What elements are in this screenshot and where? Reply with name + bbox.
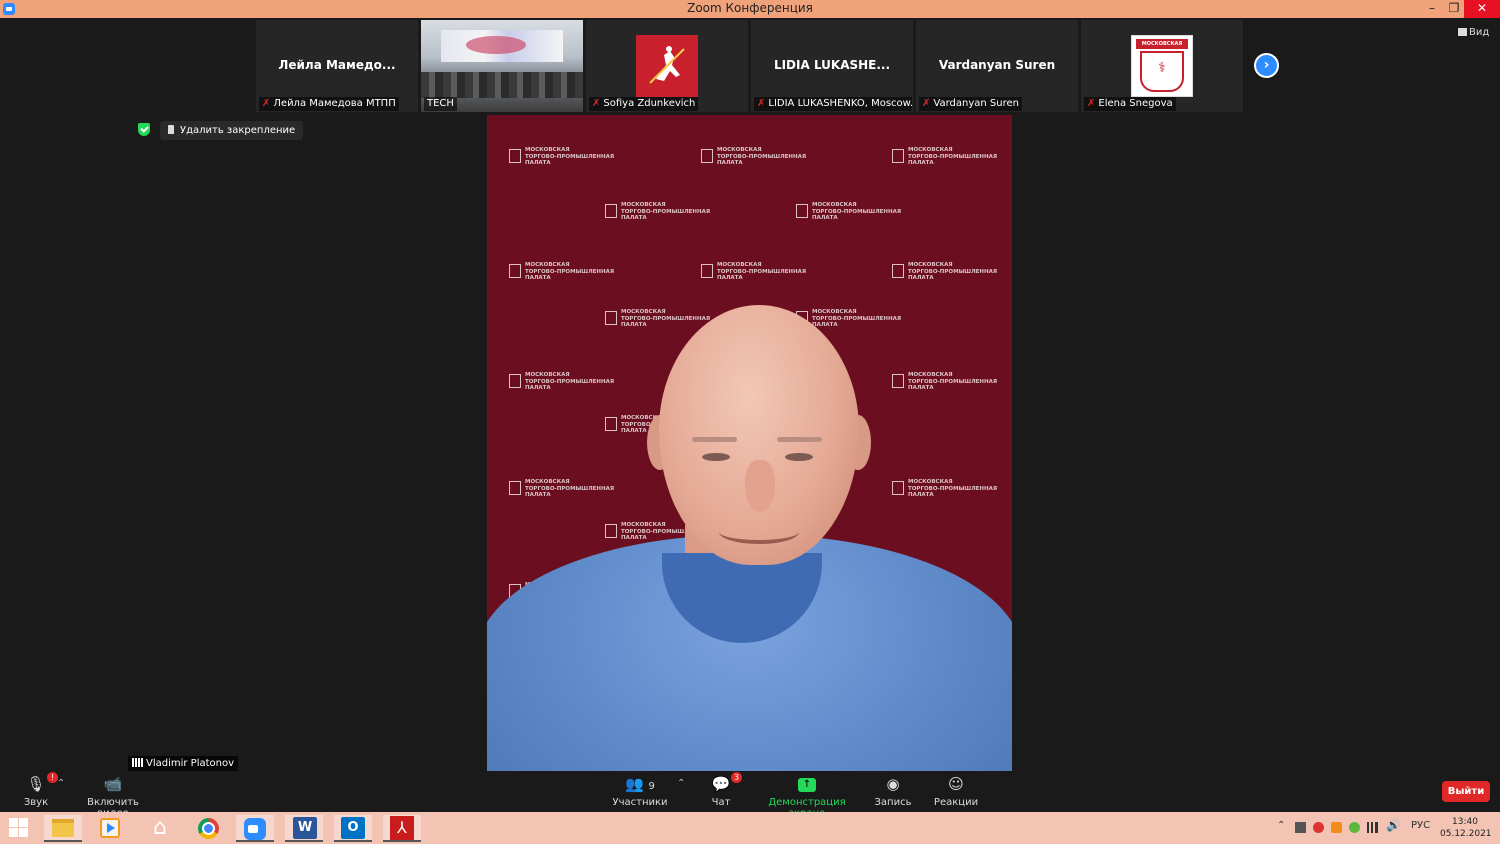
participants-options-caret[interactable]: ⌃ [677, 778, 685, 789]
participants-button[interactable]: 👥 9 Участники [610, 774, 670, 808]
participant-display-name: LIDIA LUKASHE... [773, 58, 891, 72]
mic-muted-icon: ✗ [757, 98, 766, 109]
participant-tile[interactable]: TECH [421, 20, 583, 112]
network-icon[interactable] [1367, 822, 1378, 833]
participant-tile[interactable]: ✗ Sofiya Zdunkevich [586, 20, 748, 112]
mtpp-logo-header: МОСКОВСКАЯ [1136, 39, 1188, 49]
mtpp-logo-avatar: МОСКОВСКАЯ ⚕ [1131, 35, 1193, 97]
signal-strength-icon [132, 758, 143, 767]
windows-start-icon[interactable] [9, 818, 29, 838]
participant-tile[interactable]: Vardanyan Suren ✗ Vardanyan Suren [916, 20, 1078, 112]
participant-tile[interactable]: МОСКОВСКАЯ ⚕ ✗ Elena Snegova [1081, 20, 1243, 112]
participant-label: ✗ Лейла Мамедова МТПП [259, 97, 399, 111]
speaker-figure [487, 115, 1012, 771]
home-icon[interactable]: ⌂ [149, 817, 171, 839]
next-page-button[interactable]: › [1254, 53, 1279, 78]
reactions-button[interactable]: ☺ Реакции [932, 774, 980, 808]
chat-icon: 💬 3 [706, 772, 742, 794]
updater-icon[interactable] [1331, 822, 1342, 833]
language-indicator[interactable]: РУС [1411, 820, 1430, 831]
pin-icon [168, 125, 174, 134]
security-icon[interactable] [1349, 822, 1360, 833]
mic-muted-icon: ✗ [1087, 98, 1096, 109]
zoom-meeting-window: Zoom Конференция – ❐ ✕ Лейла Мамедо... ✗… [0, 0, 1500, 844]
record-button[interactable]: ◉ Запись [872, 774, 914, 808]
audio-options-caret[interactable]: ⌃ [57, 778, 65, 789]
audio-button[interactable]: 🎙! Звук [20, 772, 58, 808]
windows-taskbar [0, 812, 1500, 844]
participant-label: ✗ Sofiya Zdunkevich [589, 97, 699, 111]
speaker-eye [702, 453, 730, 461]
outlook-icon: O [341, 817, 365, 839]
tray-overflow-caret[interactable]: ⌃ [1277, 820, 1285, 831]
speaker-nose [745, 460, 775, 512]
encryption-shield-icon[interactable] [138, 123, 150, 136]
antivirus-icon[interactable] [1313, 822, 1324, 833]
chat-button[interactable]: 💬 3 Чат [706, 772, 742, 808]
participant-label: ✗ Elena Snegova [1084, 97, 1176, 111]
video-decoration [466, 36, 526, 54]
st-george-emblem-icon [636, 35, 698, 97]
unpin-button[interactable]: Удалить закрепление [160, 121, 304, 140]
moscow-emblem-avatar [636, 35, 698, 97]
chat-unread-badge: 3 [731, 772, 742, 783]
speaker-smile [719, 520, 799, 544]
view-button[interactable]: Вид [1458, 27, 1489, 38]
participant-display-name: Лейла Мамедо... [278, 58, 396, 72]
media-player-icon[interactable] [100, 818, 120, 838]
participant-label: ✗ Vardanyan Suren [919, 97, 1022, 111]
chevron-right-icon: › [1263, 57, 1270, 73]
participant-label: ✗ LIDIA LUKASHENKO, Moscow... [754, 97, 912, 111]
volume-icon[interactable]: 🔊 [1386, 818, 1401, 832]
mic-muted-icon: ✗ [262, 98, 271, 109]
meeting-toolbar [0, 771, 1500, 812]
word-icon: W [293, 817, 317, 839]
chrome-icon[interactable] [198, 818, 219, 839]
video-off-icon: 📹 [103, 775, 123, 793]
participant-display-name: Vardanyan Suren [938, 58, 1056, 72]
zoom-taskbar-icon [244, 818, 266, 840]
mic-muted-icon: ✗ [592, 98, 601, 109]
leave-meeting-button[interactable]: Выйти [1442, 781, 1490, 802]
file-explorer-icon [52, 819, 74, 837]
speaker-eye [785, 453, 813, 461]
caduceus-icon: ⚕ [1140, 51, 1184, 92]
participant-tile[interactable]: LIDIA LUKASHE... ✗ LIDIA LUKASHENKO, Mosc… [751, 20, 913, 112]
speaker-brow [777, 437, 822, 442]
window-title: Zoom Конференция [687, 1, 813, 15]
title-bar: Zoom Конференция – ❐ ✕ [0, 0, 1500, 18]
speaker-brow [692, 437, 737, 442]
flag-icon[interactable] [1295, 822, 1306, 833]
share-screen-icon: ↑ [798, 778, 816, 792]
record-icon: ◉ [886, 775, 900, 793]
participant-tile[interactable]: Лейла Мамедо... ✗ Лейла Мамедова МТПП [256, 20, 418, 112]
video-audience [421, 72, 583, 98]
main-speaker-video: МОСКОВСКАЯ ТОРГОВО-ПРОМЫШЛЕННАЯ ПАЛАТА МОСК… [487, 115, 1012, 771]
participant-label: TECH [424, 97, 457, 111]
acrobat-icon: ⅄ [390, 816, 414, 840]
speaker-name-tag: Vladimir Platonov [128, 756, 239, 771]
participants-icon: 👥 9 [625, 775, 655, 793]
close-button[interactable]: ✕ [1464, 0, 1500, 18]
mic-muted-icon: ✗ [922, 98, 931, 109]
microphone-icon: 🎙! [20, 772, 58, 794]
reaction-smiley-icon: ☺ [948, 775, 964, 793]
grid-view-icon [1458, 28, 1467, 36]
system-clock[interactable]: 13:40 05.12.2021 [1440, 816, 1492, 840]
